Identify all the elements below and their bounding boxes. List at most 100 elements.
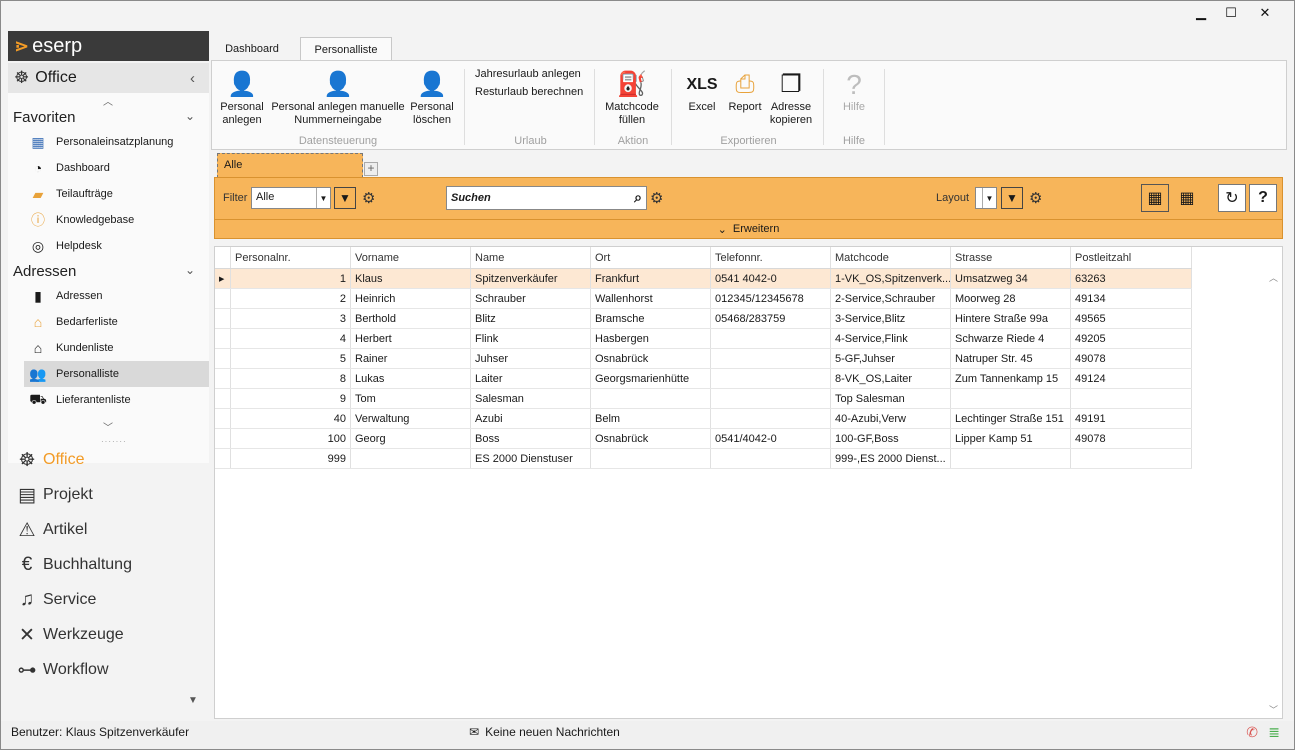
status-messages[interactable]: ✉ Keine neuen Nachrichten xyxy=(469,725,620,739)
add-tab-icon[interactable]: + xyxy=(364,162,378,176)
table-cell[interactable]: Schwarze Riede 4 xyxy=(951,329,1071,348)
column-header-personalnr[interactable]: Personalnr. xyxy=(231,247,351,268)
table-cell[interactable]: Juhser xyxy=(471,349,591,368)
refresh-icon[interactable]: ↻ xyxy=(1218,184,1246,212)
table-cell[interactable]: 49078 xyxy=(1071,349,1192,368)
table-cell[interactable]: 0541 4042-0 xyxy=(711,269,831,288)
layout-grid-toggle-icon[interactable]: ▦ xyxy=(1141,184,1169,212)
group-favoriten[interactable]: Favoriten ⌄ xyxy=(13,109,203,126)
chevron-down-icon[interactable]: ⌄ xyxy=(185,109,195,123)
table-cell[interactable]: 49078 xyxy=(1071,429,1192,448)
table-row[interactable]: 3 Berthold Blitz Bramsche 05468/283759 3-Serv… xyxy=(215,309,1192,329)
table-cell[interactable]: 100-GF,Boss xyxy=(831,429,951,448)
table-cell[interactable]: 4 xyxy=(231,329,351,348)
resturlaub-berechnen-button[interactable]: Resturlaub berechnen xyxy=(475,86,583,98)
table-cell[interactable] xyxy=(711,349,831,368)
table-row[interactable]: 100 Georg Boss Osnabrück 0541/4042-0 100-GF,B… xyxy=(215,429,1192,449)
column-header-strasse[interactable]: Strasse xyxy=(951,247,1071,268)
table-cell[interactable]: Osnabrück xyxy=(591,429,711,448)
sidebar-item-dashboard[interactable]: ◔ Dashboard xyxy=(24,155,209,181)
row-indicator[interactable] xyxy=(215,309,231,328)
table-cell[interactable]: Frankfurt xyxy=(591,269,711,288)
table-cell[interactable]: Blitz xyxy=(471,309,591,328)
table-cell[interactable]: Hintere Straße 99a xyxy=(951,309,1071,328)
table-cell[interactable]: Klaus xyxy=(351,269,471,288)
table-cell[interactable]: 05468/283759 xyxy=(711,309,831,328)
table-row[interactable]: 8 Lukas Laiter Georgsmarienhütte 8-VK_OS,Lai… xyxy=(215,369,1192,389)
scroll-up-icon[interactable]: ︿ xyxy=(1269,271,1278,284)
table-cell[interactable] xyxy=(711,389,831,408)
table-row[interactable]: 5 Rainer Juhser Osnabrück 5-GF,Juhser Natrupe… xyxy=(215,349,1192,369)
table-cell[interactable]: Schrauber xyxy=(471,289,591,308)
table-cell[interactable] xyxy=(1071,449,1192,468)
close-button[interactable]: ✕ xyxy=(1250,3,1280,23)
table-cell[interactable]: 100 xyxy=(231,429,351,448)
table-cell[interactable] xyxy=(951,449,1071,468)
layout-grid-filter-icon[interactable]: ▦ xyxy=(1173,184,1201,212)
expand-toggle[interactable]: ⌄ Erweitern xyxy=(215,219,1282,238)
funnel-icon[interactable]: ▼ xyxy=(334,187,356,209)
filter-select[interactable]: Alle ▼ xyxy=(251,187,331,209)
sidebar-item-personalliste[interactable]: 👥 Personalliste xyxy=(24,361,209,387)
column-header-name[interactable]: Name xyxy=(471,247,591,268)
table-cell[interactable]: Zum Tannenkamp 15 xyxy=(951,369,1071,388)
table-cell[interactable]: 2 xyxy=(231,289,351,308)
table-row[interactable]: 4 Herbert Flink Hasbergen 4-Service,Flink Sch… xyxy=(215,329,1192,349)
scroll-up-icon[interactable]: ︿ xyxy=(103,93,113,108)
table-cell[interactable]: Spitzenverkäufer xyxy=(471,269,591,288)
column-header-telefonnr[interactable]: Telefonnr. xyxy=(711,247,831,268)
table-cell[interactable]: Boss xyxy=(471,429,591,448)
table-cell[interactable] xyxy=(1071,389,1192,408)
table-cell[interactable]: Umsatzweg 34 xyxy=(951,269,1071,288)
table-cell[interactable]: Top Salesman xyxy=(831,389,951,408)
table-cell[interactable]: 012345/12345678 xyxy=(711,289,831,308)
gear-icon[interactable]: ⚙ xyxy=(650,189,663,207)
row-indicator[interactable] xyxy=(215,289,231,308)
table-row[interactable]: 9 Tom Salesman Top Salesman xyxy=(215,389,1192,409)
table-cell[interactable]: Heinrich xyxy=(351,289,471,308)
table-row[interactable]: 2 Heinrich Schrauber Wallenhorst 012345/1234… xyxy=(215,289,1192,309)
table-cell[interactable]: 63263 xyxy=(1071,269,1192,288)
table-cell[interactable]: 49124 xyxy=(1071,369,1192,388)
table-cell[interactable]: 3-Service,Blitz xyxy=(831,309,951,328)
table-cell[interactable]: Wallenhorst xyxy=(591,289,711,308)
table-cell[interactable]: 9 xyxy=(231,389,351,408)
table-cell[interactable]: 49565 xyxy=(1071,309,1192,328)
table-cell[interactable]: Rainer xyxy=(351,349,471,368)
table-cell[interactable] xyxy=(711,329,831,348)
maximize-button[interactable]: ☐ xyxy=(1216,3,1246,23)
phone-icon[interactable]: ✆ xyxy=(1246,724,1258,741)
search-input[interactable]: Suchen ⌕ xyxy=(446,186,647,210)
sidebar-item-teilauftraege[interactable]: ▰ Teilaufträge xyxy=(24,181,209,207)
matchcode-fuellen-button[interactable]: ⛽ Matchcode füllen xyxy=(602,67,662,127)
scroll-down-icon[interactable]: ﹀ xyxy=(1269,703,1278,716)
table-cell[interactable]: Lipper Kamp 51 xyxy=(951,429,1071,448)
table-cell[interactable] xyxy=(951,389,1071,408)
row-indicator[interactable] xyxy=(215,429,231,448)
column-header-ort[interactable]: Ort xyxy=(591,247,711,268)
table-cell[interactable]: 5-GF,Juhser xyxy=(831,349,951,368)
sidebar-item-adressen[interactable]: ▮ Adressen xyxy=(24,283,209,309)
row-indicator[interactable] xyxy=(215,389,231,408)
table-cell[interactable]: 1 xyxy=(231,269,351,288)
table-cell[interactable]: Lechtinger Straße 151 xyxy=(951,409,1071,428)
modules-more-icon[interactable]: ▼ xyxy=(188,695,198,706)
tab-personalliste[interactable]: Personalliste xyxy=(300,37,392,61)
excel-export-button[interactable]: XLS Excel xyxy=(682,67,722,114)
table-cell[interactable]: 0541/4042-0 xyxy=(711,429,831,448)
table-cell[interactable] xyxy=(591,449,711,468)
table-cell[interactable]: Osnabrück xyxy=(591,349,711,368)
module-buchhaltung[interactable]: € Buchhaltung xyxy=(15,550,205,580)
table-row[interactable]: 999 ES 2000 Dienstuser 999-,ES 2000 Dienst… xyxy=(215,449,1192,469)
table-cell[interactable]: Bramsche xyxy=(591,309,711,328)
table-cell[interactable]: 4-Service,Flink xyxy=(831,329,951,348)
table-cell[interactable]: 8-VK_OS,Laiter xyxy=(831,369,951,388)
tab-dashboard[interactable]: Dashboard xyxy=(211,37,293,61)
table-cell[interactable]: Belm xyxy=(591,409,711,428)
table-cell[interactable]: Flink xyxy=(471,329,591,348)
row-indicator[interactable] xyxy=(215,449,231,468)
module-workflow[interactable]: ⊶ Workflow xyxy=(15,655,205,685)
table-cell[interactable] xyxy=(711,449,831,468)
table-cell[interactable]: 49205 xyxy=(1071,329,1192,348)
collapse-left-icon[interactable]: ‹ xyxy=(190,70,195,87)
